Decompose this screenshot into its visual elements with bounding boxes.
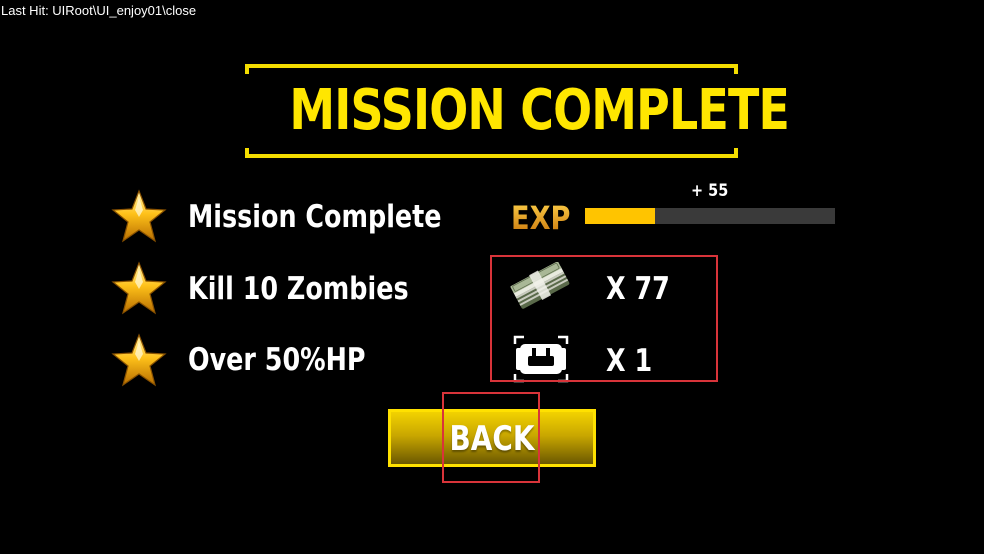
exp-label: EXP [511, 199, 571, 237]
objective-label: Mission Complete [188, 199, 442, 235]
back-button-highlight-box [442, 392, 540, 483]
title-banner: MISSION COMPLETE [245, 64, 790, 158]
star-icon [111, 189, 167, 243]
banner-top-border [245, 64, 738, 68]
exp-progress-fill [585, 208, 655, 224]
objective-label: Kill 10 Zombies [188, 271, 409, 307]
banner-corner [734, 148, 738, 158]
debug-last-hit-text: Last Hit: UIRoot\UI_enjoy01\close [1, 3, 197, 18]
banner-bottom-border [245, 154, 738, 158]
banner-corner [734, 64, 738, 74]
objective-label: Over 50%HP [188, 342, 366, 378]
banner-corner [245, 64, 249, 74]
exp-gain-text: + 55 [691, 181, 729, 201]
star-icon [111, 333, 167, 387]
banner-corner [245, 148, 249, 158]
exp-progress-bar [585, 208, 835, 224]
page-title: MISSION COMPLETE [289, 78, 790, 143]
rewards-highlight-box [490, 255, 718, 382]
star-icon [111, 261, 167, 315]
